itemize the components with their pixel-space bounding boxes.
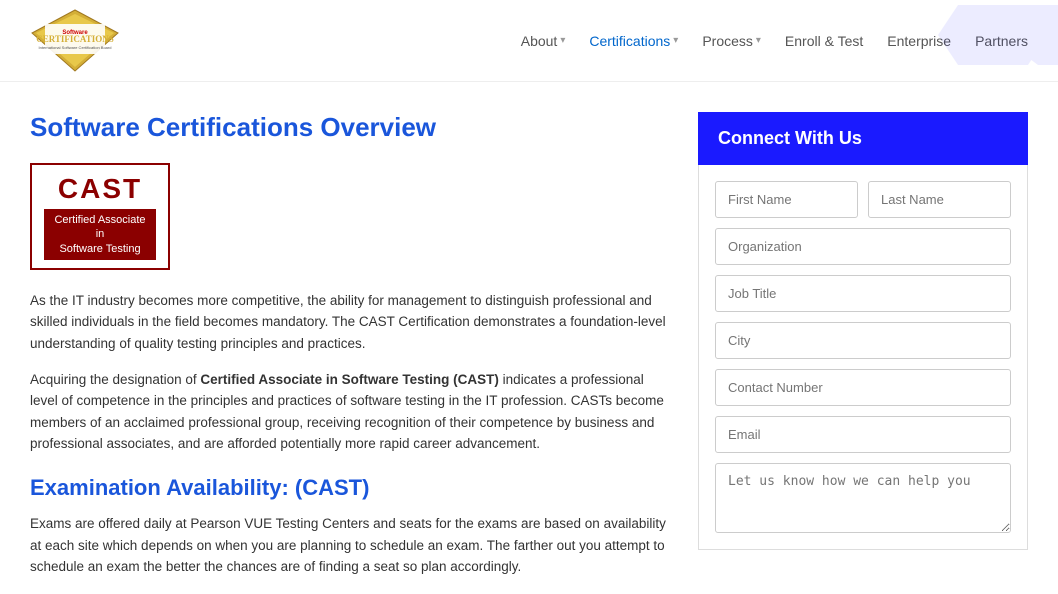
svg-text:CERTIFICATIONS: CERTIFICATIONS: [36, 34, 114, 44]
left-content: Software Certifications Overview CAST Ce…: [30, 112, 668, 592]
connect-header: Connect With Us: [698, 112, 1028, 165]
name-row: [715, 181, 1011, 218]
nav-process[interactable]: Process ▾: [702, 33, 761, 49]
body-paragraph-3: Exams are offered daily at Pearson VUE T…: [30, 513, 668, 578]
city-input[interactable]: [715, 322, 1011, 359]
logo[interactable]: Software CERTIFICATIONS International So…: [30, 8, 120, 73]
svg-text:International Software Certifi: International Software Certification Boa…: [39, 45, 112, 50]
header: Software CERTIFICATIONS International So…: [0, 0, 1058, 82]
cast-title: CAST: [44, 173, 156, 205]
cast-logo: CAST Certified Associate inSoftware Test…: [30, 163, 170, 270]
connect-form: [698, 165, 1028, 550]
chevron-down-icon: ▾: [560, 35, 565, 46]
job-title-input[interactable]: [715, 275, 1011, 312]
nav-certifications[interactable]: Certifications ▾: [589, 33, 678, 49]
cast-bold-text: Certified Associate in Software Testing …: [200, 372, 499, 387]
body-paragraph-2: Acquiring the designation of Certified A…: [30, 369, 668, 455]
first-name-input[interactable]: [715, 181, 858, 218]
nav-enroll-test[interactable]: Enroll & Test: [785, 33, 863, 49]
last-name-input[interactable]: [868, 181, 1011, 218]
main-nav: About ▾ Certifications ▾ Process ▾ Enrol…: [521, 33, 1028, 49]
email-input[interactable]: [715, 416, 1011, 453]
nav-about[interactable]: About ▾: [521, 33, 566, 49]
body-paragraph-1: As the IT industry becomes more competit…: [30, 290, 668, 355]
exam-section-title: Examination Availability: (CAST): [30, 475, 668, 501]
main-container: Software Certifications Overview CAST Ce…: [0, 82, 1058, 592]
page-title: Software Certifications Overview: [30, 112, 668, 143]
nav-partners[interactable]: Partners: [975, 33, 1028, 49]
right-sidebar: Connect With Us: [698, 112, 1028, 592]
nav-enterprise[interactable]: Enterprise: [887, 33, 951, 49]
contact-number-input[interactable]: [715, 369, 1011, 406]
chevron-down-icon: ▾: [756, 35, 761, 46]
organization-input[interactable]: [715, 228, 1011, 265]
cast-subtitle: Certified Associate inSoftware Testing: [44, 209, 156, 260]
message-textarea[interactable]: [715, 463, 1011, 533]
chevron-down-icon: ▾: [673, 35, 678, 46]
